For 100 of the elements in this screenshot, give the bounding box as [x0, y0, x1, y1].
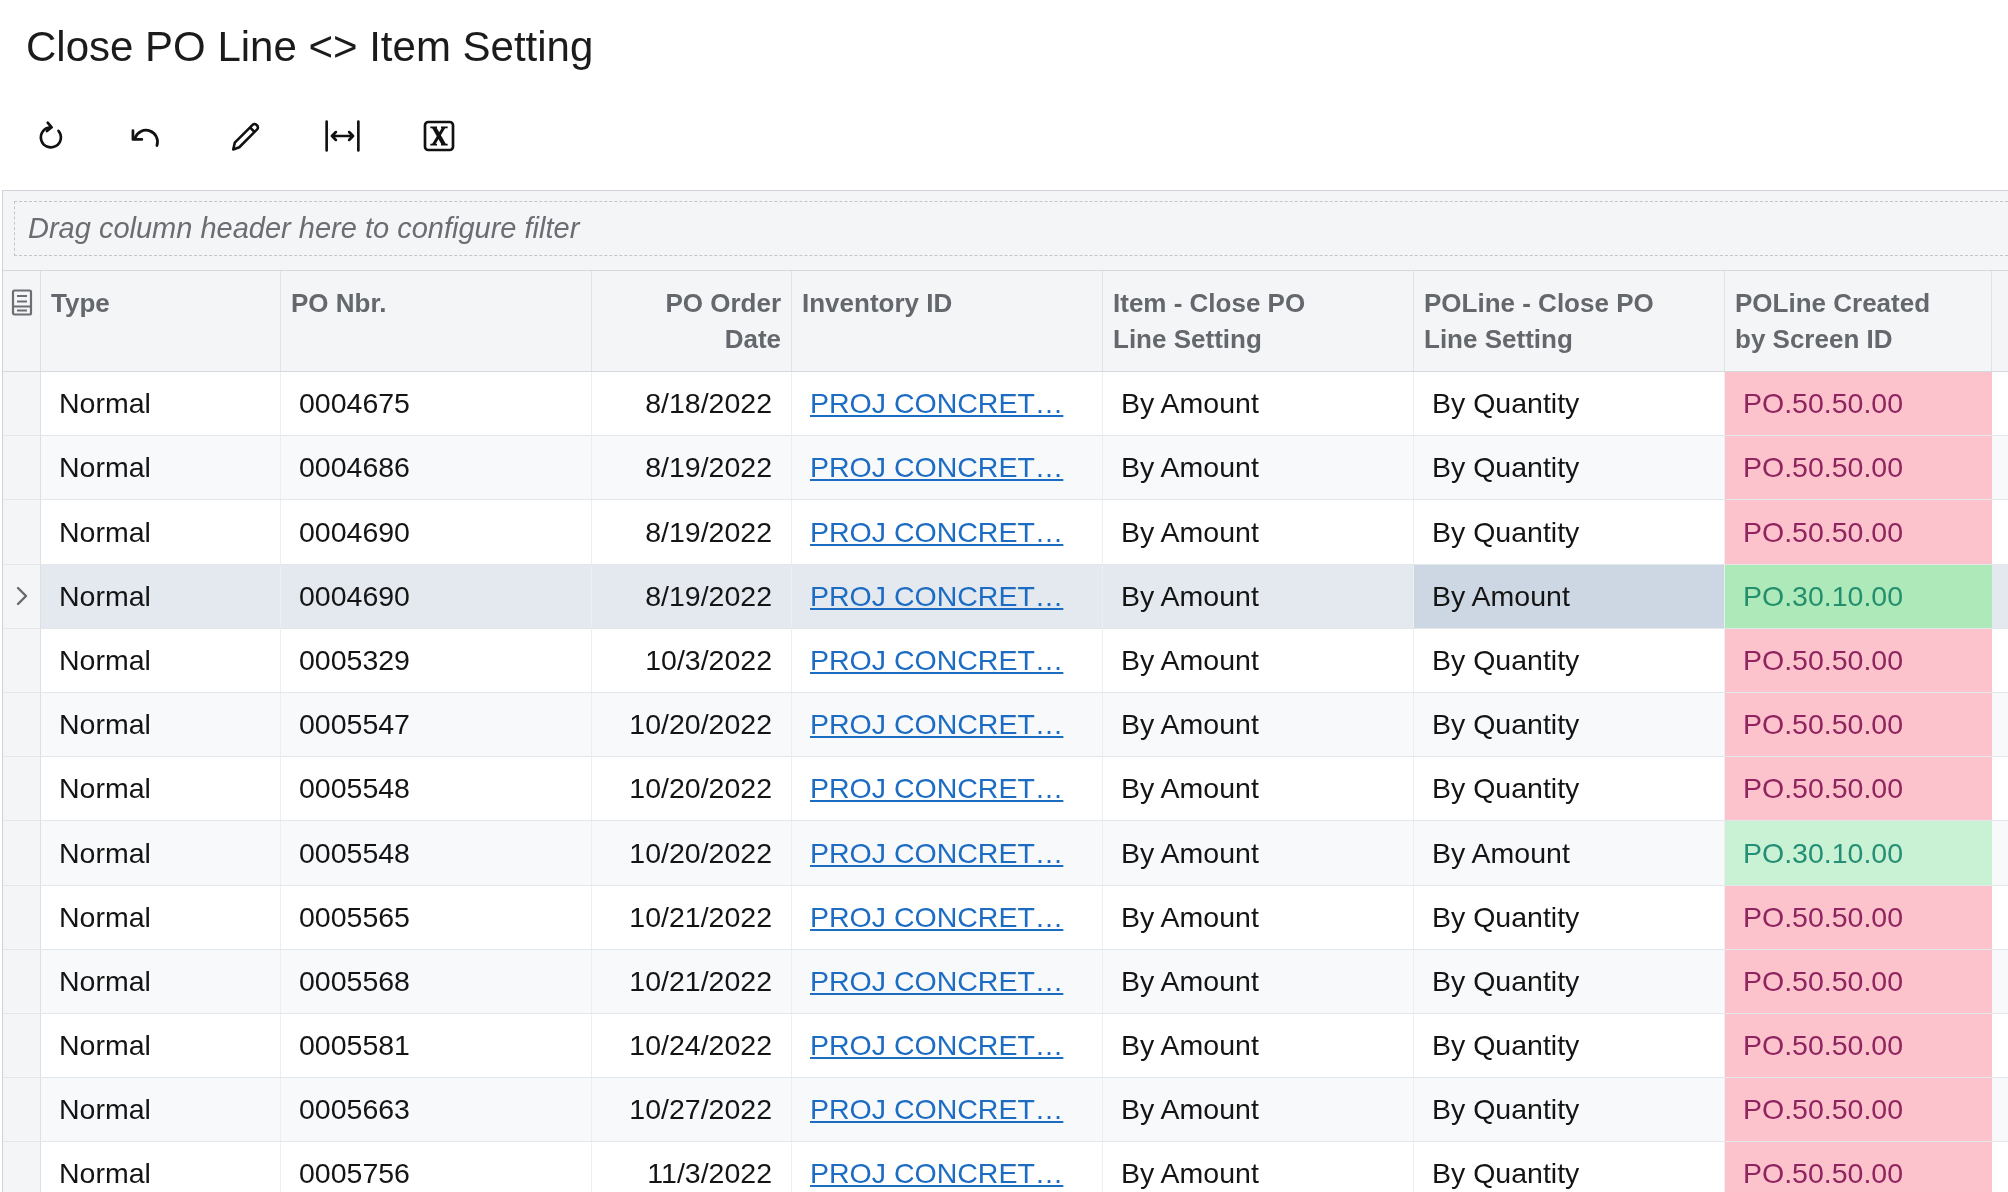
table-cell: 0005756: [281, 1142, 592, 1192]
table-cell: 10/20/2022: [592, 757, 792, 821]
column-settings-icon[interactable]: [10, 289, 33, 316]
table-cell: Normal: [41, 564, 281, 628]
inventory-link[interactable]: PROJ CONCRET…: [810, 767, 1064, 811]
table-cell: 8/18/2022: [592, 372, 792, 436]
table-row[interactable]: Normal 0005663 10/27/2022 PROJ CONCRET… By Amount By Quantity PO.50.50.00: [3, 1078, 2008, 1143]
inventory-link[interactable]: PROJ CONCRET…: [810, 382, 1064, 425]
table-row[interactable]: Normal 0005329 10/3/2022 PROJ CONCRET… By Amount By Quantity PO.50.50.00: [3, 628, 2008, 693]
inventory-link[interactable]: PROJ CONCRET…: [810, 574, 1064, 618]
table-cell: Normal: [41, 1013, 281, 1078]
inventory-link[interactable]: PROJ CONCRET…: [810, 703, 1064, 746]
screen-id-cell: PO.30.10.00: [1725, 821, 1992, 885]
table-cell: 10/21/2022: [592, 949, 792, 1013]
table-cell: 8/19/2022: [592, 564, 792, 628]
table-cell: Normal: [41, 949, 281, 1013]
table-cell: 8/19/2022: [592, 436, 792, 500]
table-cell: By Amount: [1414, 564, 1725, 628]
filter-hint: Drag column header here to configure filter: [28, 210, 580, 246]
chevron-right-icon: [15, 586, 28, 607]
table-cell: 10/20/2022: [592, 821, 792, 885]
table-cell: By Amount: [1103, 1142, 1414, 1192]
table-cell: 0005329: [281, 628, 592, 692]
table-cell: Normal: [41, 1142, 281, 1192]
table-cell: 10/20/2022: [592, 692, 792, 757]
table-cell: By Amount: [1103, 1013, 1414, 1078]
table-row[interactable]: Normal 0005581 10/24/2022 PROJ CONCRET… By Amount By Quantity PO.50.50.00: [3, 1013, 2008, 1079]
screen-id-cell: PO.50.50.00: [1725, 436, 1992, 500]
fit-width-icon: [323, 120, 361, 152]
table-cell: 11/3/2022: [592, 1142, 792, 1192]
table-row[interactable]: Normal 0005568 10/21/2022 PROJ CONCRET… By Amount By Quantity PO.50.50.00: [3, 949, 2008, 1014]
row-selector[interactable]: [3, 564, 41, 628]
inventory-link[interactable]: PROJ CONCRET…: [810, 831, 1064, 875]
screen-id-cell: PO.50.50.00: [1725, 757, 1992, 821]
table-cell: Normal: [41, 1078, 281, 1142]
table-cell: 0005663: [281, 1078, 592, 1142]
table-cell: 0005568: [281, 949, 592, 1013]
table-cell: By Amount: [1103, 372, 1414, 436]
table-cell: By Amount: [1103, 821, 1414, 885]
table-cell: 0005581: [281, 1013, 592, 1078]
table-cell: Normal: [41, 885, 281, 949]
table-cell: 0005565: [281, 885, 592, 949]
table-row[interactable]: Normal 0005547 10/20/2022 PROJ CONCRET… By Amount By Quantity PO.50.50.00: [3, 692, 2008, 758]
inventory-link[interactable]: PROJ CONCRET…: [810, 1088, 1064, 1132]
table-cell: By Amount: [1103, 692, 1414, 757]
table-cell: Normal: [41, 628, 281, 692]
table-cell: By Amount: [1103, 1078, 1414, 1142]
column-header[interactable]: Item - Close PO Line Setting: [1103, 271, 1414, 371]
table-cell: By Amount: [1103, 500, 1414, 564]
table-cell: 0005548: [281, 821, 592, 885]
table-cell: 0004690: [281, 500, 592, 564]
table-row[interactable]: Normal 0004675 8/18/2022 PROJ CONCRET… By Amount By Quantity PO.50.50.00: [3, 372, 2008, 437]
table-cell: 10/24/2022: [592, 1013, 792, 1078]
table-cell: 0004675: [281, 372, 592, 436]
inventory-link[interactable]: PROJ CONCRET…: [810, 638, 1064, 682]
table-row[interactable]: Normal 0005565 10/21/2022 PROJ CONCRET… By Amount By Quantity PO.50.50.00: [3, 885, 2008, 950]
table-cell: 0004690: [281, 564, 592, 628]
screen-id-cell: PO.30.10.00: [1725, 564, 1992, 628]
column-header[interactable]: POLine Created by Screen ID: [1725, 271, 1992, 371]
table-cell: By Amount: [1103, 885, 1414, 949]
table-row[interactable]: Normal 0005548 10/20/2022 PROJ CONCRET… By Amount By Amount PO.30.10.00: [3, 821, 2008, 886]
table-cell: 8/19/2022: [592, 500, 792, 564]
table-cell: Normal: [41, 372, 281, 436]
table-cell: 0005548: [281, 757, 592, 821]
inventory-link[interactable]: PROJ CONCRET…: [810, 1152, 1064, 1192]
inventory-link[interactable]: PROJ CONCRET…: [810, 895, 1064, 939]
table-cell: 10/21/2022: [592, 885, 792, 949]
spreadsheet-x-icon: [423, 120, 455, 152]
table-cell: 10/3/2022: [592, 628, 792, 692]
table-cell: Normal: [41, 500, 281, 564]
table-cell: Normal: [41, 821, 281, 885]
column-header[interactable]: Inventory ID: [792, 271, 1103, 371]
pencil-icon: [229, 120, 261, 152]
inventory-link[interactable]: PROJ CONCRET…: [810, 510, 1064, 554]
table-cell: By Amount: [1103, 757, 1414, 821]
table-row[interactable]: Normal 0004686 8/19/2022 PROJ CONCRET… By Amount By Quantity PO.50.50.00: [3, 436, 2008, 501]
inventory-link[interactable]: PROJ CONCRET…: [810, 446, 1064, 490]
table-cell: Normal: [41, 757, 281, 821]
table-cell: Normal: [41, 692, 281, 757]
inventory-link[interactable]: PROJ CONCRET…: [810, 959, 1064, 1003]
column-header[interactable]: Type: [41, 271, 281, 371]
column-header[interactable]: POLine - Close PO Line Setting: [1414, 271, 1725, 371]
table-cell: 0004686: [281, 436, 592, 500]
screen-id-cell: PO.50.50.00: [1725, 949, 1992, 1013]
table-cell: By Amount: [1103, 628, 1414, 692]
screen-id-cell: PO.50.50.00: [1725, 885, 1992, 949]
table-row[interactable]: Normal 0004690 8/19/2022 PROJ CONCRET… By Amount By Quantity PO.50.50.00: [3, 500, 2008, 565]
table-row[interactable]: Normal 0004690 8/19/2022 PROJ CONCRET… By Amount By Amount PO.30.10.00: [3, 564, 2008, 629]
table-cell: 10/27/2022: [592, 1078, 792, 1142]
screen-id-cell: PO.50.50.00: [1725, 372, 1992, 436]
table-cell: 0005547: [281, 692, 592, 757]
table-cell: Normal: [41, 436, 281, 500]
column-header[interactable]: PO Order Date: [592, 271, 792, 371]
screen-id-cell: PO.50.50.00: [1725, 1142, 1992, 1192]
page-title: Close PO Line <> Item Setting: [25, 22, 595, 72]
inventory-link[interactable]: PROJ CONCRET…: [810, 1024, 1064, 1067]
table-row[interactable]: Normal 0005548 10/20/2022 PROJ CONCRET… By Amount By Quantity PO.50.50.00: [3, 757, 2008, 822]
table-cell: By Amount: [1103, 436, 1414, 500]
column-header[interactable]: PO Nbr.: [281, 271, 592, 371]
screen-id-cell: PO.50.50.00: [1725, 692, 1992, 757]
